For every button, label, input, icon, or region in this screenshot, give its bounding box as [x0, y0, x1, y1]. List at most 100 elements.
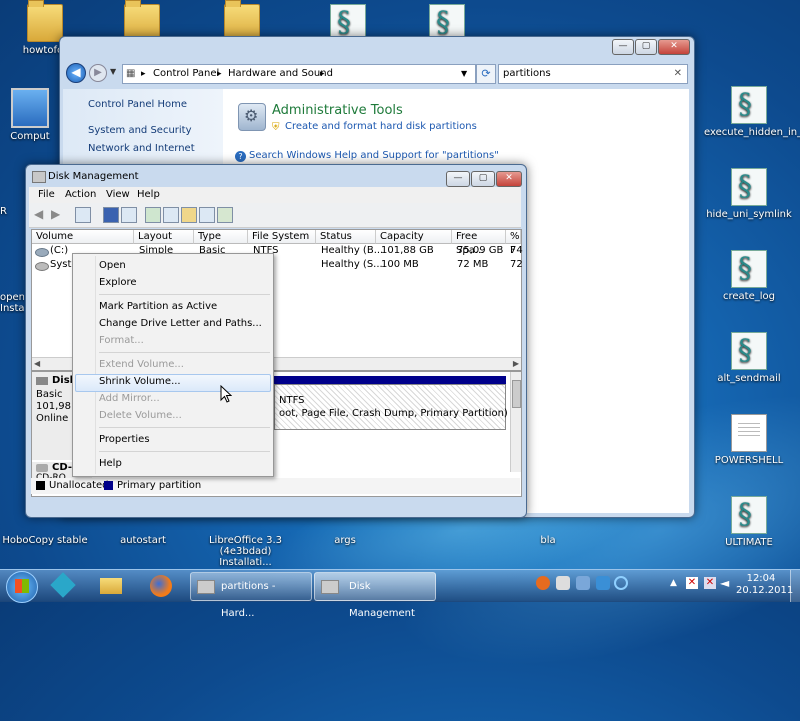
menu-item-change-drive-letter[interactable]: Change Drive Letter and Paths... — [99, 318, 262, 329]
desktop-icon-hide-uni-symlink[interactable]: hide_uni_symlink — [704, 168, 794, 220]
tray-app-icon[interactable] — [556, 576, 570, 590]
minimize-button[interactable]: — — [612, 39, 634, 55]
scrollbar-thumb[interactable] — [512, 380, 521, 408]
search-input[interactable]: partitions — [503, 65, 551, 83]
maximize-button[interactable]: ▢ — [471, 171, 495, 187]
vertical-scrollbar[interactable] — [510, 372, 521, 472]
tray-app-icon[interactable] — [614, 576, 628, 590]
folder-icon — [27, 0, 63, 42]
breadcrumb-control-panel[interactable]: Control Panel — [153, 65, 219, 83]
cell-free-space: 75,09 GB — [457, 245, 504, 256]
create-format-partitions-link[interactable]: Create and format hard disk partitions — [285, 121, 477, 132]
desktop-icon-computer[interactable]: Comput — [0, 88, 60, 142]
minimize-button[interactable]: — — [446, 171, 470, 187]
windows-explorer-icon[interactable] — [92, 573, 130, 599]
breadcrumb-chevron-icon[interactable]: ▸ — [320, 65, 325, 83]
maximize-button[interactable]: ▢ — [635, 39, 657, 55]
refresh-icon[interactable]: ⟳ — [476, 64, 496, 84]
taskbar-button-control-panel[interactable]: partitions - Hard... — [190, 572, 312, 619]
show-hide-tree-icon[interactable] — [75, 207, 91, 223]
column-percent-free[interactable]: % F — [506, 230, 521, 256]
address-bar[interactable]: ▦ ▸ Control Panel ▸ Hardware and Sound ▸… — [122, 64, 476, 84]
legend: Unallocated Primary partition — [31, 478, 520, 494]
scroll-left-icon[interactable]: ◀ — [34, 359, 40, 368]
menu-item-mark-active[interactable]: Mark Partition as Active — [99, 301, 217, 312]
desktop-icon-args[interactable]: args — [300, 535, 390, 546]
back-arrow-icon[interactable]: ◀ — [34, 207, 48, 221]
menu-view[interactable]: View — [106, 189, 130, 200]
desktop-icon-alt-sendmail[interactable]: alt_sendmail — [704, 332, 794, 384]
toolbar: ◀ ▶ — [29, 203, 521, 228]
menu-item-shrink-volume[interactable]: Shrink Volume... — [99, 376, 181, 387]
desktop-icon-ultimate[interactable]: ULTIMATE — [704, 496, 794, 548]
network-icon[interactable]: ✕ — [704, 577, 716, 589]
forward-arrow-icon[interactable]: ▶ — [51, 207, 65, 221]
context-menu: Open Explore Mark Partition as Active Ch… — [72, 253, 274, 477]
taskbar-button-disk-management[interactable]: Disk Management — [314, 572, 436, 619]
rescan-icon[interactable] — [163, 207, 179, 223]
show-desktop-button[interactable] — [790, 570, 800, 602]
taskbar: partitions - Hard... Disk Management ▲ ✕… — [0, 569, 800, 619]
back-button[interactable]: ◀ — [66, 63, 86, 83]
forward-button[interactable]: ▶ — [89, 64, 107, 82]
action-center-flag-icon[interactable]: ✕ — [686, 577, 698, 589]
desktop-icon-bla[interactable]: bla — [503, 535, 593, 546]
column-volume[interactable]: Volume — [32, 230, 134, 244]
breadcrumb-chevron-icon[interactable]: ▸ — [141, 65, 146, 83]
view-icon[interactable] — [199, 207, 215, 223]
search-box[interactable]: partitions ✕ — [498, 64, 688, 84]
menu-item-open[interactable]: Open — [99, 260, 126, 271]
tray-app-icon[interactable] — [596, 576, 610, 590]
tray-show-hidden-icon[interactable]: ▲ — [670, 578, 677, 588]
tray-app-icon[interactable] — [576, 576, 590, 590]
administrative-tools-title[interactable]: Administrative Tools — [272, 103, 403, 118]
menu-file[interactable]: File — [38, 189, 55, 200]
column-file-system[interactable]: File System — [248, 230, 316, 244]
breadcrumb-chevron-icon[interactable]: ▸ — [217, 65, 222, 83]
clear-search-icon[interactable]: ✕ — [674, 65, 682, 83]
column-free-space[interactable]: Free Spa... — [452, 230, 506, 256]
column-capacity[interactable]: Capacity — [376, 230, 452, 244]
nav-network-and-internet[interactable]: Network and Internet — [88, 143, 195, 154]
computer-icon — [11, 88, 49, 128]
menu-action[interactable]: Action — [65, 189, 96, 200]
desktop-icon-create-log[interactable]: create_log — [704, 250, 794, 302]
help-icon[interactable] — [103, 207, 119, 223]
column-status[interactable]: Status — [316, 230, 376, 244]
close-button[interactable]: ✕ — [658, 39, 690, 55]
address-dropdown-icon[interactable]: ▼ — [461, 65, 467, 83]
column-type[interactable]: Type — [194, 230, 248, 244]
volume-icon — [35, 248, 49, 257]
partition-c[interactable]: NTFS oot, Page File, Crash Dump, Primary… — [274, 384, 508, 430]
close-button[interactable]: ✕ — [496, 171, 522, 187]
desktop-icon-execute-hidden-in-reg[interactable]: execute_hidden_in_reg — [704, 86, 800, 138]
menu-item-format: Format... — [99, 335, 144, 346]
nav-system-and-security[interactable]: System and Security — [88, 125, 192, 136]
refresh-icon[interactable] — [145, 207, 161, 223]
volume-icon[interactable]: ◄ — [720, 576, 729, 590]
script-file-icon — [731, 332, 767, 370]
recent-pages-chevron-icon[interactable]: ▼ — [110, 67, 116, 76]
desktop-icon-libreoffice[interactable]: LibreOffice 3.3 (4e3bdad) Installati... — [198, 535, 293, 568]
desktop-icon-powershell[interactable]: POWERSHELL — [704, 414, 794, 466]
start-button[interactable] — [6, 571, 38, 603]
menu-item-help[interactable]: Help — [99, 458, 122, 469]
breadcrumb-hardware-and-sound[interactable]: Hardware and Sound — [228, 65, 333, 83]
tray-firefox-icon[interactable] — [536, 576, 550, 590]
firefox-icon[interactable] — [142, 573, 180, 599]
desktop-icon-label: ULTIMATE — [725, 537, 773, 548]
nav-control-panel-home[interactable]: Control Panel Home — [88, 99, 187, 110]
scroll-right-icon[interactable]: ▶ — [513, 359, 519, 368]
properties-icon[interactable] — [121, 207, 137, 223]
menu-item-properties[interactable]: Properties — [99, 434, 150, 445]
menu-help[interactable]: Help — [137, 189, 160, 200]
desktop-icon-hobocopy[interactable]: HoboCopy stable — [0, 535, 90, 546]
column-layout[interactable]: Layout — [134, 230, 194, 244]
search-help-link[interactable]: Search Windows Help and Support for "par… — [249, 150, 499, 161]
menu-item-explore[interactable]: Explore — [99, 277, 137, 288]
clock[interactable]: 12:04 20.12.2011 — [736, 573, 793, 597]
desktop-icon-autostart[interactable]: autostart — [98, 535, 188, 546]
taskbar-pinned-app-icon[interactable] — [44, 572, 82, 599]
check-icon[interactable] — [217, 207, 233, 223]
open-icon[interactable] — [181, 207, 197, 223]
